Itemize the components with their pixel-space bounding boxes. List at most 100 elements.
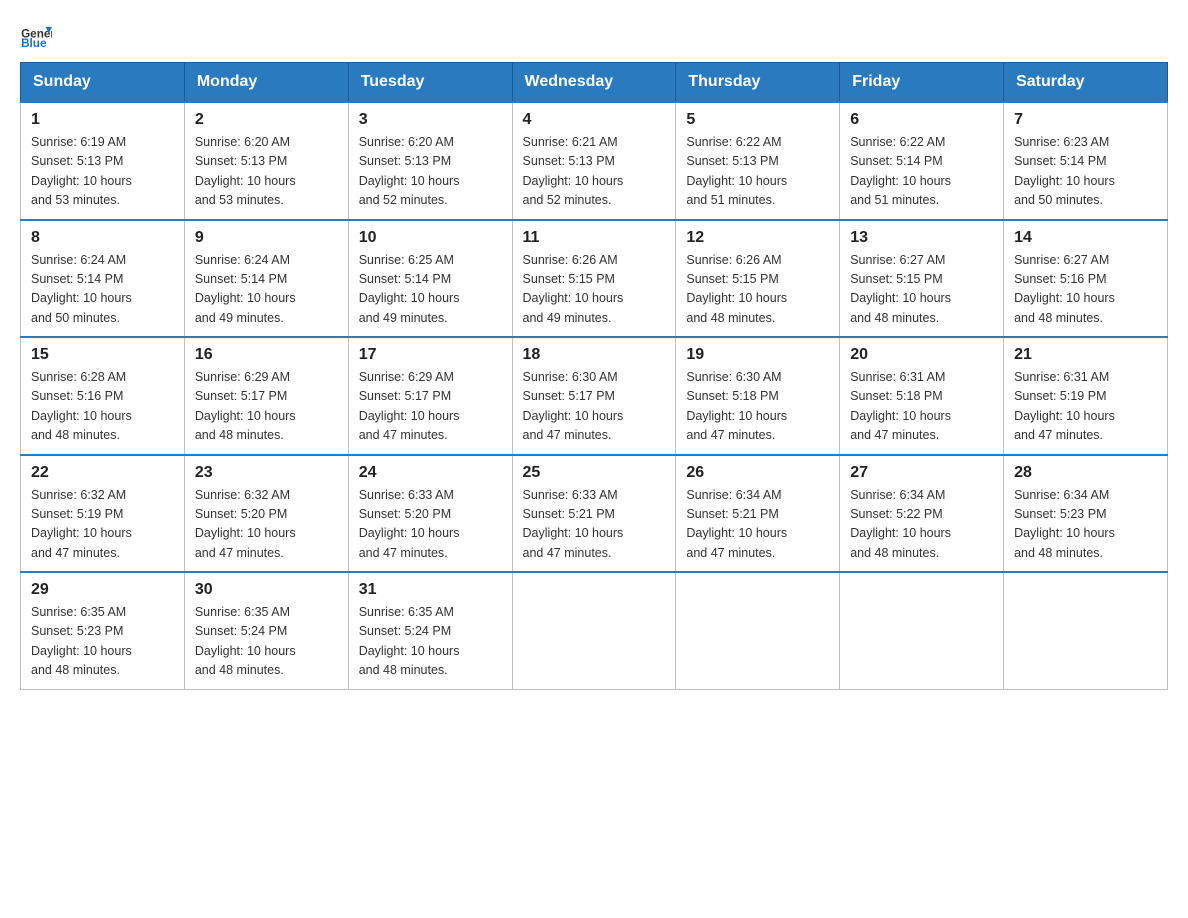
day-info: Sunrise: 6:28 AM Sunset: 5:16 PM Dayligh… (31, 370, 132, 442)
calendar-cell: 6 Sunrise: 6:22 AM Sunset: 5:14 PM Dayli… (840, 102, 1004, 220)
day-number: 20 (850, 346, 993, 364)
day-number: 6 (850, 111, 993, 129)
day-number: 16 (195, 346, 338, 364)
day-number: 3 (359, 111, 502, 129)
day-number: 27 (850, 464, 993, 482)
calendar-cell: 8 Sunrise: 6:24 AM Sunset: 5:14 PM Dayli… (21, 220, 185, 338)
day-info: Sunrise: 6:29 AM Sunset: 5:17 PM Dayligh… (359, 370, 460, 442)
day-number: 15 (31, 346, 174, 364)
day-info: Sunrise: 6:21 AM Sunset: 5:13 PM Dayligh… (523, 135, 624, 207)
calendar-cell: 22 Sunrise: 6:32 AM Sunset: 5:19 PM Dayl… (21, 455, 185, 573)
logo-icon: General Blue (20, 20, 52, 52)
day-info: Sunrise: 6:32 AM Sunset: 5:19 PM Dayligh… (31, 488, 132, 560)
calendar-cell: 21 Sunrise: 6:31 AM Sunset: 5:19 PM Dayl… (1004, 337, 1168, 455)
day-number: 25 (523, 464, 666, 482)
day-info: Sunrise: 6:34 AM Sunset: 5:22 PM Dayligh… (850, 488, 951, 560)
svg-text:Blue: Blue (21, 37, 47, 50)
day-number: 23 (195, 464, 338, 482)
calendar-cell: 26 Sunrise: 6:34 AM Sunset: 5:21 PM Dayl… (676, 455, 840, 573)
day-number: 31 (359, 581, 502, 599)
day-info: Sunrise: 6:31 AM Sunset: 5:19 PM Dayligh… (1014, 370, 1115, 442)
day-info: Sunrise: 6:35 AM Sunset: 5:24 PM Dayligh… (195, 605, 296, 677)
calendar-cell (512, 572, 676, 689)
day-info: Sunrise: 6:26 AM Sunset: 5:15 PM Dayligh… (686, 253, 787, 325)
week-row-5: 29 Sunrise: 6:35 AM Sunset: 5:23 PM Dayl… (21, 572, 1168, 689)
day-number: 18 (523, 346, 666, 364)
day-number: 28 (1014, 464, 1157, 482)
day-number: 24 (359, 464, 502, 482)
calendar-table: SundayMondayTuesdayWednesdayThursdayFrid… (20, 62, 1168, 690)
calendar-cell: 27 Sunrise: 6:34 AM Sunset: 5:22 PM Dayl… (840, 455, 1004, 573)
day-number: 26 (686, 464, 829, 482)
day-info: Sunrise: 6:25 AM Sunset: 5:14 PM Dayligh… (359, 253, 460, 325)
day-number: 13 (850, 229, 993, 247)
day-info: Sunrise: 6:20 AM Sunset: 5:13 PM Dayligh… (359, 135, 460, 207)
calendar-cell: 14 Sunrise: 6:27 AM Sunset: 5:16 PM Dayl… (1004, 220, 1168, 338)
week-row-3: 15 Sunrise: 6:28 AM Sunset: 5:16 PM Dayl… (21, 337, 1168, 455)
day-info: Sunrise: 6:22 AM Sunset: 5:14 PM Dayligh… (850, 135, 951, 207)
calendar-cell: 11 Sunrise: 6:26 AM Sunset: 5:15 PM Dayl… (512, 220, 676, 338)
day-number: 7 (1014, 111, 1157, 129)
day-number: 5 (686, 111, 829, 129)
day-number: 14 (1014, 229, 1157, 247)
weekday-header-tuesday: Tuesday (348, 63, 512, 103)
day-info: Sunrise: 6:34 AM Sunset: 5:21 PM Dayligh… (686, 488, 787, 560)
day-info: Sunrise: 6:32 AM Sunset: 5:20 PM Dayligh… (195, 488, 296, 560)
calendar-cell (676, 572, 840, 689)
day-info: Sunrise: 6:35 AM Sunset: 5:24 PM Dayligh… (359, 605, 460, 677)
day-info: Sunrise: 6:30 AM Sunset: 5:17 PM Dayligh… (523, 370, 624, 442)
day-info: Sunrise: 6:33 AM Sunset: 5:21 PM Dayligh… (523, 488, 624, 560)
day-number: 30 (195, 581, 338, 599)
calendar-cell: 12 Sunrise: 6:26 AM Sunset: 5:15 PM Dayl… (676, 220, 840, 338)
day-number: 8 (31, 229, 174, 247)
calendar-cell: 31 Sunrise: 6:35 AM Sunset: 5:24 PM Dayl… (348, 572, 512, 689)
weekday-header-friday: Friday (840, 63, 1004, 103)
calendar-cell: 10 Sunrise: 6:25 AM Sunset: 5:14 PM Dayl… (348, 220, 512, 338)
day-number: 9 (195, 229, 338, 247)
day-info: Sunrise: 6:24 AM Sunset: 5:14 PM Dayligh… (31, 253, 132, 325)
calendar-cell: 19 Sunrise: 6:30 AM Sunset: 5:18 PM Dayl… (676, 337, 840, 455)
day-info: Sunrise: 6:29 AM Sunset: 5:17 PM Dayligh… (195, 370, 296, 442)
day-info: Sunrise: 6:33 AM Sunset: 5:20 PM Dayligh… (359, 488, 460, 560)
calendar-cell: 5 Sunrise: 6:22 AM Sunset: 5:13 PM Dayli… (676, 102, 840, 220)
day-number: 1 (31, 111, 174, 129)
weekday-header-saturday: Saturday (1004, 63, 1168, 103)
weekday-header-thursday: Thursday (676, 63, 840, 103)
day-info: Sunrise: 6:34 AM Sunset: 5:23 PM Dayligh… (1014, 488, 1115, 560)
day-info: Sunrise: 6:35 AM Sunset: 5:23 PM Dayligh… (31, 605, 132, 677)
calendar-cell: 23 Sunrise: 6:32 AM Sunset: 5:20 PM Dayl… (184, 455, 348, 573)
calendar-cell: 29 Sunrise: 6:35 AM Sunset: 5:23 PM Dayl… (21, 572, 185, 689)
week-row-4: 22 Sunrise: 6:32 AM Sunset: 5:19 PM Dayl… (21, 455, 1168, 573)
calendar-cell: 3 Sunrise: 6:20 AM Sunset: 5:13 PM Dayli… (348, 102, 512, 220)
weekday-header-row: SundayMondayTuesdayWednesdayThursdayFrid… (21, 63, 1168, 103)
week-row-2: 8 Sunrise: 6:24 AM Sunset: 5:14 PM Dayli… (21, 220, 1168, 338)
day-number: 4 (523, 111, 666, 129)
calendar-cell (1004, 572, 1168, 689)
logo: General Blue (20, 20, 52, 52)
calendar-cell: 2 Sunrise: 6:20 AM Sunset: 5:13 PM Dayli… (184, 102, 348, 220)
calendar-cell: 17 Sunrise: 6:29 AM Sunset: 5:17 PM Dayl… (348, 337, 512, 455)
page-header: General Blue (20, 20, 1168, 52)
calendar-cell: 18 Sunrise: 6:30 AM Sunset: 5:17 PM Dayl… (512, 337, 676, 455)
calendar-cell: 15 Sunrise: 6:28 AM Sunset: 5:16 PM Dayl… (21, 337, 185, 455)
calendar-cell: 4 Sunrise: 6:21 AM Sunset: 5:13 PM Dayli… (512, 102, 676, 220)
calendar-cell: 25 Sunrise: 6:33 AM Sunset: 5:21 PM Dayl… (512, 455, 676, 573)
day-info: Sunrise: 6:23 AM Sunset: 5:14 PM Dayligh… (1014, 135, 1115, 207)
calendar-cell: 30 Sunrise: 6:35 AM Sunset: 5:24 PM Dayl… (184, 572, 348, 689)
day-number: 2 (195, 111, 338, 129)
day-number: 21 (1014, 346, 1157, 364)
day-number: 17 (359, 346, 502, 364)
calendar-cell: 7 Sunrise: 6:23 AM Sunset: 5:14 PM Dayli… (1004, 102, 1168, 220)
day-number: 11 (523, 229, 666, 247)
weekday-header-wednesday: Wednesday (512, 63, 676, 103)
day-info: Sunrise: 6:30 AM Sunset: 5:18 PM Dayligh… (686, 370, 787, 442)
weekday-header-monday: Monday (184, 63, 348, 103)
day-info: Sunrise: 6:24 AM Sunset: 5:14 PM Dayligh… (195, 253, 296, 325)
week-row-1: 1 Sunrise: 6:19 AM Sunset: 5:13 PM Dayli… (21, 102, 1168, 220)
calendar-cell (840, 572, 1004, 689)
day-info: Sunrise: 6:26 AM Sunset: 5:15 PM Dayligh… (523, 253, 624, 325)
calendar-cell: 9 Sunrise: 6:24 AM Sunset: 5:14 PM Dayli… (184, 220, 348, 338)
day-info: Sunrise: 6:22 AM Sunset: 5:13 PM Dayligh… (686, 135, 787, 207)
day-info: Sunrise: 6:27 AM Sunset: 5:15 PM Dayligh… (850, 253, 951, 325)
day-info: Sunrise: 6:19 AM Sunset: 5:13 PM Dayligh… (31, 135, 132, 207)
